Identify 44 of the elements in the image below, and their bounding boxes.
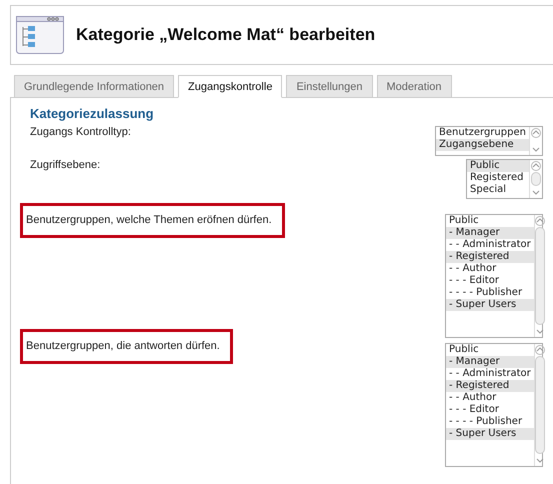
list-option[interactable]: - - - - Publisher (446, 416, 534, 428)
scrollbar[interactable] (534, 215, 545, 337)
list-option[interactable]: - Registered (446, 251, 534, 263)
list-option[interactable]: Special (467, 184, 529, 196)
list-box[interactable]: Public - Manager - - Administrator - Registered - - Author - - - Editor - - - - Publisher - Super Users (445, 214, 543, 338)
tab[interactable]: Zugangskontrolle (178, 75, 282, 98)
section-heading: Kategoriezulassung (30, 106, 155, 121)
list-option[interactable]: - - - Editor (446, 275, 534, 287)
list-option[interactable]: - - Administrator (446, 239, 534, 251)
tab[interactable]: Einstellungen (286, 75, 372, 98)
scrollbar[interactable] (529, 127, 542, 155)
scroll-up-icon[interactable] (534, 216, 545, 226)
list-option[interactable]: - - Author (446, 392, 534, 404)
scroll-up-icon[interactable] (534, 345, 545, 355)
highlighted-label: Benutzergruppen, welche Themen eröfnen dürfen. (20, 203, 285, 238)
scroll-up-icon[interactable] (531, 161, 541, 171)
scroll-up-icon[interactable] (531, 128, 541, 138)
list-option[interactable]: - Registered (446, 380, 534, 392)
field-label: Zugriffsebene: (30, 159, 100, 171)
category-tree-icon (16, 16, 64, 54)
page-title: Kategorie „Welcome Mat“ bearbeiten (76, 25, 376, 45)
list-option[interactable]: - - - - Publisher (446, 287, 534, 299)
list-option[interactable]: - Super Users (446, 299, 534, 311)
list-option[interactable]: Zugangsebene (436, 139, 529, 151)
list-option[interactable]: - Manager (446, 356, 534, 368)
highlighted-label: Benutzergruppen, die antworten dürfen. (20, 329, 233, 364)
list-option[interactable]: Public (446, 215, 534, 227)
scrollbar[interactable] (534, 344, 545, 466)
list-option[interactable]: Registered (467, 172, 529, 184)
list-box[interactable]: Public - Manager - - Administrator - Registered - - Author - - - Editor - - - - Publisher - Super Users (445, 343, 543, 467)
list-box[interactable]: Public Registered Special (466, 159, 543, 199)
list-option[interactable]: - - Administrator (446, 368, 534, 380)
tab[interactable]: Moderation (376, 75, 452, 98)
list-option[interactable]: Public (467, 160, 529, 172)
list-option[interactable]: - Super Users (446, 428, 534, 440)
list-option[interactable]: - - - Editor (446, 404, 534, 416)
tab[interactable]: Grundlegende Informationen (14, 75, 174, 98)
list-option[interactable]: Public (446, 344, 534, 356)
field-label: Zugangs Kontrolltyp: (30, 126, 131, 138)
list-box[interactable]: Benutzergruppen Zugangsebene (435, 126, 543, 156)
list-option[interactable]: Benutzergruppen (436, 127, 529, 139)
list-option[interactable]: - - Author (446, 263, 534, 275)
scrollbar[interactable] (529, 160, 542, 198)
list-option[interactable]: - Manager (446, 227, 534, 239)
